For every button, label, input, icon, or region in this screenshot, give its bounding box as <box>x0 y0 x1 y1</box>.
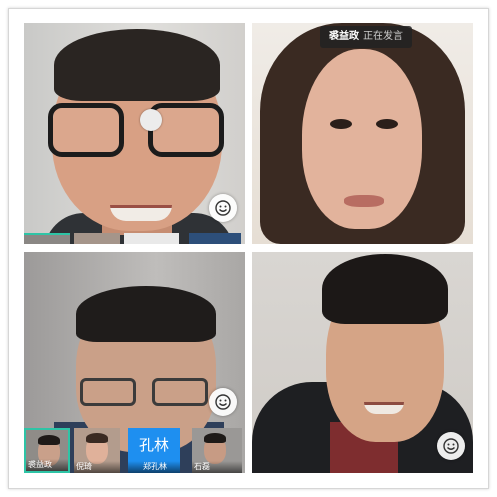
glasses-lens <box>80 378 136 406</box>
speaker-status: 正在发言 <box>363 31 403 42</box>
eye <box>376 119 398 129</box>
participant-thumb[interactable] <box>189 233 241 244</box>
participant-thumb[interactable]: 裘益政 <box>24 428 70 473</box>
participant-hair <box>204 433 226 443</box>
video-tile-3[interactable]: 裘益政 倪琦 孔林 郑孔林 石磊 <box>24 252 245 473</box>
mouth <box>110 205 172 221</box>
participant-thumb[interactable]: 倪琦 <box>74 428 120 473</box>
participant-thumb[interactable] <box>24 233 70 244</box>
participant-name: 裘益政 <box>26 459 68 471</box>
participant-avatar-text: 孔林 <box>138 437 169 454</box>
focus-dot[interactable] <box>140 109 162 131</box>
mouth <box>364 402 404 414</box>
hair <box>54 29 220 101</box>
glasses <box>80 378 212 408</box>
participant-thumb[interactable]: 石磊 <box>192 428 242 473</box>
video-tile-4[interactable] <box>252 252 473 473</box>
smiley-icon[interactable] <box>209 194 237 222</box>
speaking-indicator: 裘益政 正在发言 <box>320 26 412 48</box>
hair <box>76 286 216 342</box>
participant-strip-preview <box>24 233 245 244</box>
glasses <box>48 103 228 163</box>
smiley-icon[interactable] <box>209 388 237 416</box>
glasses-lens <box>152 378 208 406</box>
participant-thumb[interactable] <box>74 233 120 244</box>
smiley-icon[interactable] <box>437 432 465 460</box>
hair <box>322 254 448 324</box>
participant-name: 石磊 <box>192 461 242 473</box>
video-tile-2[interactable]: 裘益政 正在发言 <box>252 23 473 244</box>
participant-strip: 裘益政 倪琦 孔林 郑孔林 石磊 <box>24 428 245 473</box>
participant-hair <box>86 433 108 443</box>
participant-thumb[interactable] <box>124 233 179 244</box>
video-tile-1[interactable] <box>24 23 245 244</box>
participant-name: 郑孔林 <box>128 461 180 473</box>
glasses-lens <box>148 103 224 157</box>
participant-hair <box>38 435 60 445</box>
glasses-lens <box>48 103 124 157</box>
mouth <box>344 195 384 207</box>
speaker-name: 裘益政 <box>329 31 359 42</box>
participant-thumb[interactable]: 孔林 郑孔林 <box>128 428 180 473</box>
eye <box>330 119 352 129</box>
participant-name: 倪琦 <box>74 461 120 473</box>
